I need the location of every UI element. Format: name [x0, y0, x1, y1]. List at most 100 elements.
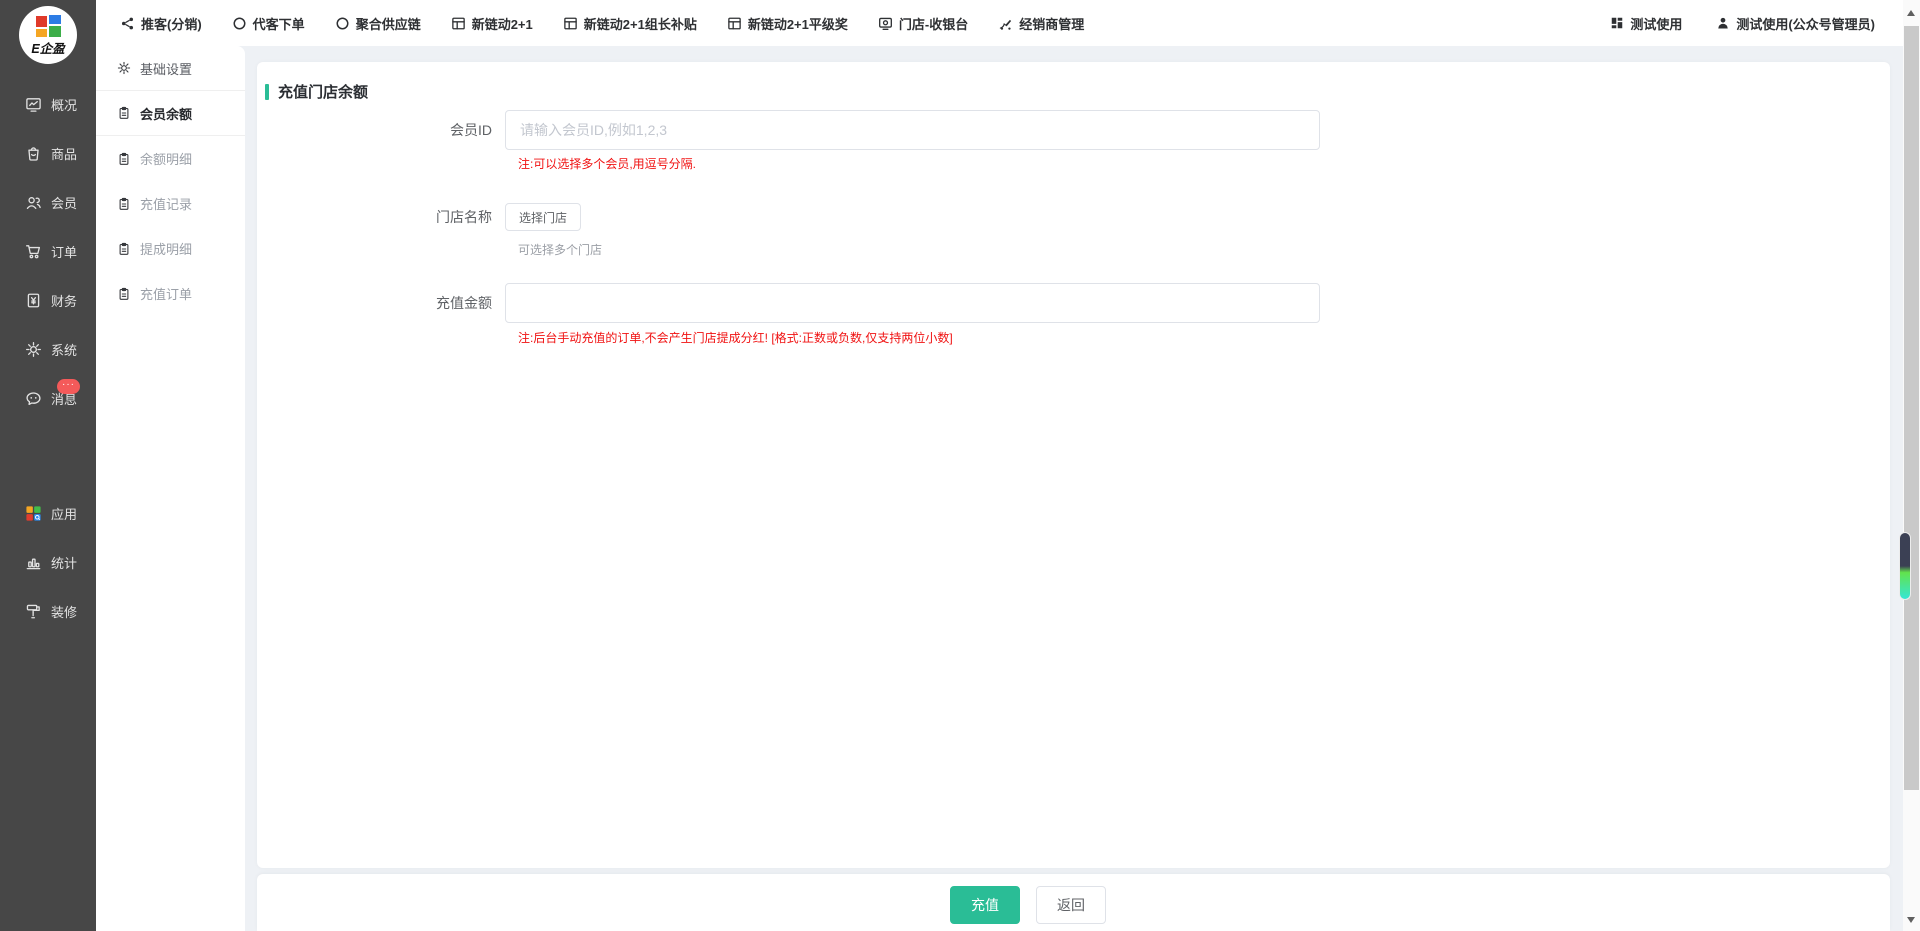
clipboard-icon: [117, 242, 131, 256]
title-accent-bar: [265, 84, 269, 100]
scroll-down-arrow[interactable]: [1907, 917, 1915, 923]
member-id-label: 会员ID: [257, 110, 505, 150]
circle-icon: [232, 16, 247, 31]
squares-icon: [1610, 16, 1624, 30]
primary-sidebar: E企盈 概况 商品 会员 订单 财务 系统 消息 ·: [0, 0, 96, 931]
top-navbar-menu: 推客(分销) 代客下单 聚合供应链 新链动2+1 新链动2+1组长补贴 新链动2…: [120, 14, 1084, 33]
main-panel: 充值门店余额 会员ID 注:可以选择多个会员,用逗号分隔. 门店名称 选择门店 …: [257, 62, 1890, 868]
dealer-icon: [998, 16, 1013, 31]
sidebar-item-members[interactable]: 会员: [0, 178, 96, 227]
submenu-item-recharge-records[interactable]: 充值记录: [96, 181, 245, 226]
nav-item-label: 测试使用: [1630, 14, 1682, 33]
svg-text:E企盈: E企盈: [31, 42, 66, 56]
top-navbar-account-area: 测试使用 测试使用(公众号管理员): [1610, 14, 1875, 33]
submenu-item-member-balance[interactable]: 会员余额: [96, 91, 245, 136]
apps-icon: [25, 505, 42, 522]
nav-item-account[interactable]: 测试使用(公众号管理员): [1716, 14, 1875, 33]
grid-icon: [563, 16, 578, 31]
nav-item-test-use[interactable]: 测试使用: [1610, 14, 1682, 33]
clipboard-icon: [117, 106, 131, 120]
submenu-item-label: 余额明细: [140, 149, 192, 168]
clipboard-icon: [117, 197, 131, 211]
sidebar-item-label: 财务: [51, 291, 77, 310]
app-logo[interactable]: E企盈: [19, 6, 77, 64]
sidebar-item-stats[interactable]: 统计: [0, 538, 96, 587]
sidebar-item-orders[interactable]: 订单: [0, 227, 96, 276]
system-gear-icon: [25, 341, 42, 358]
sidebar-item-label: 商品: [51, 144, 77, 163]
nav-item-label: 新链动2+1组长补贴: [584, 14, 697, 33]
nav-item-supply-chain[interactable]: 聚合供应链: [335, 14, 421, 33]
gear-icon: [117, 61, 131, 75]
choose-store-button[interactable]: 选择门店: [505, 203, 581, 231]
nav-item-label: 经销商管理: [1019, 14, 1084, 33]
scroll-progress-indicator: [1899, 532, 1911, 600]
nav-item-liandong[interactable]: 新链动2+1: [451, 14, 533, 33]
page-title: 充值门店余额: [278, 81, 368, 102]
member-id-note: 注:可以选择多个会员,用逗号分隔.: [518, 155, 696, 172]
nav-item-promoter[interactable]: 推客(分销): [120, 14, 202, 33]
nav-item-label: 门店-收银台: [899, 14, 968, 33]
grid-icon: [727, 16, 742, 31]
clipboard-icon: [117, 287, 131, 301]
sidebar-main-menu: 概况 商品 会员 订单 财务 系统 消息 ···: [0, 80, 96, 423]
scroll-up-arrow[interactable]: [1907, 10, 1915, 16]
cashier-monitor-icon: [878, 16, 893, 31]
nav-item-label: 聚合供应链: [356, 14, 421, 33]
member-id-input[interactable]: [505, 110, 1320, 150]
sidebar-item-label: 订单: [51, 242, 77, 261]
nav-item-label: 新链动2+1平级奖: [748, 14, 848, 33]
page-title-row: 充值门店余额: [265, 81, 368, 102]
scrollbar-thumb[interactable]: [1904, 26, 1919, 790]
submenu-item-recharge-orders[interactable]: 充值订单: [96, 271, 245, 316]
grid-icon: [451, 16, 466, 31]
sidebar-item-overview[interactable]: 概况: [0, 80, 96, 129]
sidebar-item-label: 统计: [51, 553, 77, 572]
recharge-button[interactable]: 充值: [950, 886, 1020, 924]
store-name-row: 门店名称 选择门店: [257, 203, 581, 231]
nav-item-dealer-management[interactable]: 经销商管理: [998, 14, 1084, 33]
sidebar-item-label: 装修: [51, 602, 77, 621]
app-logo-icon: E企盈: [19, 6, 77, 64]
sidebar-item-decorate[interactable]: 装修: [0, 587, 96, 636]
sidebar-item-finance[interactable]: 财务: [0, 276, 96, 325]
sidebar-item-goods[interactable]: 商品: [0, 129, 96, 178]
submenu-item-label: 充值订单: [140, 284, 192, 303]
back-button[interactable]: 返回: [1036, 886, 1106, 924]
amount-row: 充值金额: [257, 283, 1320, 323]
nav-item-label: 推客(分销): [141, 14, 202, 33]
submenu-item-label: 充值记录: [140, 194, 192, 213]
nav-item-store-cashier[interactable]: 门店-收银台: [878, 14, 968, 33]
sidebar-item-apps[interactable]: 应用: [0, 489, 96, 538]
sidebar-item-label: 系统: [51, 340, 77, 359]
submenu-item-label: 基础设置: [140, 59, 192, 78]
members-icon: [25, 194, 42, 211]
submenu-item-commission-detail[interactable]: 提成明细: [96, 226, 245, 271]
nav-item-label: 新链动2+1: [472, 14, 533, 33]
secondary-sidebar: 基础设置 会员余额 余额明细 充值记录 提成明细 充值订单: [96, 46, 245, 931]
submenu-item-balance-detail[interactable]: 余额明细: [96, 136, 245, 181]
amount-note: 注:后台手动充值的订单,不会产生门店提成分红! [格式:正数或负数,仅支持两位小…: [518, 329, 953, 346]
store-name-label: 门店名称: [257, 203, 505, 231]
clipboard-icon: [117, 152, 131, 166]
overview-icon: [25, 96, 42, 113]
amount-input[interactable]: [505, 283, 1320, 323]
footer-buttons: 充值 返回: [950, 886, 1106, 924]
share-icon: [120, 16, 135, 31]
sidebar-item-system[interactable]: 系统: [0, 325, 96, 374]
nav-item-liandong-leader-subsidy[interactable]: 新链动2+1组长补贴: [563, 14, 697, 33]
stats-icon: [25, 554, 42, 571]
sidebar-item-label: 应用: [51, 504, 77, 523]
store-name-note: 可选择多个门店: [518, 241, 602, 258]
circle-icon: [335, 16, 350, 31]
nav-item-liandong-peer-award[interactable]: 新链动2+1平级奖: [727, 14, 848, 33]
nav-item-proxy-order[interactable]: 代客下单: [232, 14, 305, 33]
top-navbar: 推客(分销) 代客下单 聚合供应链 新链动2+1 新链动2+1组长补贴 新链动2…: [96, 0, 1903, 46]
message-icon: [25, 390, 42, 407]
scrollbar[interactable]: [1903, 0, 1920, 931]
footer-bar: 充值 返回: [257, 874, 1890, 931]
submenu-item-label: 会员余额: [140, 104, 192, 123]
nav-item-label: 测试使用(公众号管理员): [1736, 14, 1875, 33]
sidebar-item-messages[interactable]: 消息 ···: [0, 374, 96, 423]
submenu-item-basic-settings[interactable]: 基础设置: [96, 46, 245, 91]
